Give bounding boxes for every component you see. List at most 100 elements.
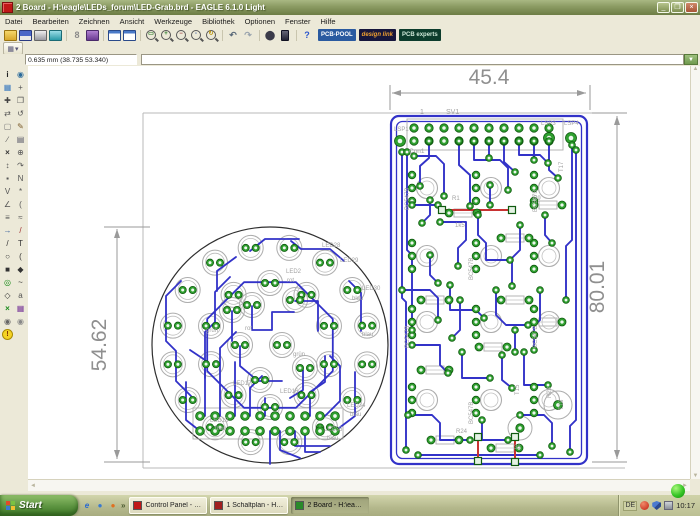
scroll-down-icon[interactable]: ▼ [693,473,699,479]
language-indicator[interactable]: DE [623,501,637,511]
tool-auto[interactable]: ▦ [14,302,27,315]
tool-attribute[interactable]: a [14,289,27,302]
tool-errors[interactable]: ◉ [14,315,27,328]
command-input[interactable] [141,54,684,65]
save-icon[interactable] [18,29,32,41]
menu-hilfe[interactable]: Hilfe [315,16,340,27]
scroll-up-icon[interactable]: ▲ [693,66,699,72]
run-icon[interactable] [278,29,292,41]
menu-bearbeiten[interactable]: Bearbeiten [28,16,74,27]
close-button[interactable]: × [685,2,698,13]
board-label: BC547B [533,326,539,348]
menu-optionen[interactable]: Optionen [240,16,280,27]
board-label: BC547B [533,190,539,212]
tool-copy[interactable]: ❐ [14,94,27,107]
tool-optimize[interactable]: ≡ [1,211,14,224]
minimize-button[interactable]: _ [657,2,670,13]
tool-wire[interactable]: / [1,237,14,250]
dimension-top-label: 45.4 [469,66,510,89]
tool-signal[interactable]: ~ [14,276,27,289]
tool-split[interactable]: ( [14,198,27,211]
tool-via[interactable]: ◎ [1,276,14,289]
tool-info[interactable]: i [1,68,14,81]
zoom-redraw-icon[interactable]: ↻ [204,29,218,41]
tool-rotate[interactable]: ↺ [14,107,27,120]
tool-cut[interactable]: ∕ [1,133,14,146]
tool-errors-warning[interactable]: ! [1,328,14,341]
start-button[interactable]: Start [0,495,78,516]
scroll-left-icon[interactable]: ◄ [30,483,36,489]
menu-fenster[interactable]: Fenster [280,16,315,27]
overflow-chevron-icon[interactable]: » [121,501,125,510]
tool-hole[interactable]: ◇ [1,289,14,302]
tool-move[interactable]: ✚ [1,94,14,107]
zoom-fit-icon[interactable]: ▭ [144,29,158,41]
tool-arc[interactable]: ( [14,250,27,263]
tool-text[interactable]: T [14,237,27,250]
taskbar-button-board[interactable]: 2 Board - H:\eagle\LE... [291,497,369,514]
zoom-select-icon[interactable]: ▫ [189,29,203,41]
tool-smash[interactable]: * [14,185,27,198]
taskbar-button-control-panel[interactable]: Control Panel - H:\ea... [129,497,207,514]
tool-polygon[interactable]: ◆ [14,263,27,276]
menu-datei[interactable]: Datei [0,16,28,27]
board-label: 33 [514,445,521,451]
zoom-out-icon[interactable]: − [174,29,188,41]
tool-route[interactable]: → [1,224,14,237]
tool-lock[interactable]: ▪ [1,172,14,185]
zoom-in-icon[interactable]: + [159,29,173,41]
command-dropdown-button[interactable]: ▼ [684,54,698,65]
tool-ripup[interactable]: / [14,224,27,237]
tool-show[interactable]: ◉ [14,68,27,81]
menu-ansicht[interactable]: Ansicht [115,16,150,27]
tool-meander[interactable]: ≈ [14,211,27,224]
tool-delete[interactable]: × [1,146,14,159]
tray-shield-icon[interactable] [652,501,661,510]
browser-ball-icon[interactable]: ● [95,501,105,511]
help-icon[interactable]: ? [300,29,314,41]
tool-change[interactable]: ✎ [14,120,27,133]
internet-explorer-icon[interactable]: e [82,501,92,511]
banner-pcb-pool[interactable]: PCB-POOL [318,29,356,41]
tool-drc[interactable]: ◉ [1,315,14,328]
board-label: BC547B [405,326,411,348]
print-icon[interactable] [33,29,47,41]
undo-icon[interactable]: ↶ [226,29,240,41]
menu-werkzeuge[interactable]: Werkzeuge [149,16,197,27]
tool-value[interactable]: V [1,185,14,198]
menu-zeichnen[interactable]: Zeichnen [74,16,115,27]
tool-ratsnest[interactable]: × [1,302,14,315]
open-icon[interactable] [3,29,17,41]
tool-replace[interactable]: ↷ [14,159,27,172]
tool-display[interactable]: ▦ [1,81,14,94]
vertical-scrollbar[interactable]: ▲ ▼ [690,66,700,479]
dimension-left: 54.62 [88,227,150,462]
tool-rect[interactable]: ■ [1,263,14,276]
tool-miter[interactable]: ∠ [1,198,14,211]
window-save-icon[interactable] [122,29,136,41]
board-canvas[interactable]: 45.4 80.01 54.62 1SV1LSP1LSP3LSP4Con1R11… [28,66,690,479]
stop-icon[interactable]: ⬤ [263,29,277,41]
horizontal-scrollbar[interactable]: ◄ ► [28,479,690,491]
tray-network-icon[interactable] [664,501,673,510]
library-icon[interactable] [85,29,99,41]
tray-red-icon[interactable] [640,501,649,510]
tool-pinswap[interactable]: ↕ [1,159,14,172]
tool-name[interactable]: N [14,172,27,185]
banner-pcb-experts[interactable]: PCB experts [399,29,441,41]
tool-group[interactable]: ▢ [1,120,14,133]
redo-icon[interactable]: ↷ [241,29,255,41]
window-load-icon[interactable] [107,29,121,41]
tool-add[interactable]: ⊕ [14,146,27,159]
cam-processor-icon[interactable] [48,29,62,41]
firefox-icon[interactable]: ● [108,501,118,511]
tool-mirror[interactable]: ⇄ [1,107,14,120]
tool-mark[interactable]: + [14,81,27,94]
tool-paste[interactable]: ▤ [14,133,27,146]
menu-bibliothek[interactable]: Bibliothek [197,16,240,27]
gates-icon[interactable]: 8 [70,29,84,41]
taskbar-button-schematic[interactable]: 1 Schaltplan - H:\eagl... [210,497,288,514]
tool-circle[interactable]: ○ [1,250,14,263]
maximize-button[interactable]: ❐ [671,2,684,13]
banner-design-link[interactable]: design link [359,29,396,41]
